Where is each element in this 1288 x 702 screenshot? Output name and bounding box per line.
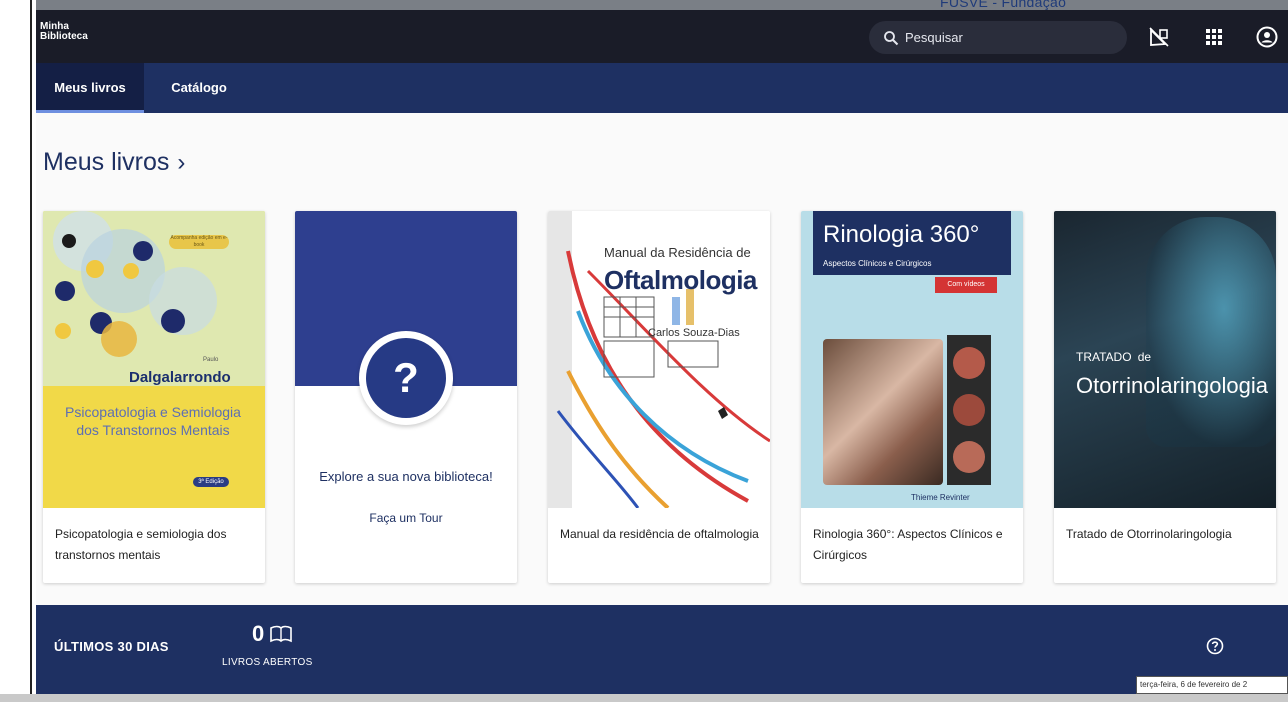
background-partial-text: FUSVE - Fundação	[940, 0, 1067, 10]
question-icon: ?	[366, 338, 446, 418]
tour-heading: Explore a sua nova biblioteca!	[319, 469, 493, 484]
cover-endoscopy-strip	[947, 335, 991, 485]
cover-anatomy-image	[823, 339, 943, 485]
cover-anatomy-image	[1146, 217, 1276, 447]
cover-line1-text: TRATADO	[1076, 350, 1132, 364]
section-title: Meus livros	[43, 148, 170, 176]
book-title: Tratado de Otorrinolaringologia	[1066, 527, 1232, 541]
tab-catalogo[interactable]: Catálogo	[156, 63, 242, 113]
book-title: Manual da residência de oftalmologia	[560, 527, 759, 541]
cover-line2: Otorrinolaringologia	[1076, 373, 1268, 398]
book-title: Rinologia 360°: Aspectos Clínicos e Cirú…	[813, 527, 1003, 562]
book-cover: Manual da Residência de Oftalmologia Car…	[548, 211, 770, 508]
search-placeholder: Pesquisar	[905, 30, 963, 45]
logo-line2: Biblioteca	[40, 31, 88, 42]
cover-title: Psicopatologia e Semiologia dos Transtor…	[65, 404, 241, 438]
cover-author-prefix: Paulo	[203, 357, 219, 363]
cover-publisher: Thieme Revinter	[911, 493, 970, 502]
search-icon	[884, 31, 899, 46]
book-card[interactable]: Manual da Residência de Oftalmologia Car…	[548, 211, 770, 583]
period-label: ÚLTIMOS 30 DIAS	[54, 639, 169, 654]
books-opened-count: 0	[252, 621, 265, 646]
search-box[interactable]: Pesquisar	[869, 21, 1127, 54]
books-opened-label: LIVROS ABERTOS	[222, 657, 313, 668]
apps-grid-icon[interactable]	[1202, 25, 1226, 49]
stats-footer: ÚLTIMOS 30 DIAS 0 LIVROS ABERTOS	[36, 605, 1288, 694]
cover-line2: Oftalmologia	[604, 265, 757, 295]
cover-video-tag: Com vídeos	[935, 277, 997, 293]
left-window-border	[30, 0, 32, 702]
cover-edition-badge: 3ª Edição	[193, 477, 229, 487]
cover-author: Carlos Souza-Dias	[648, 327, 740, 339]
section-title-link[interactable]: Meus livros ›	[43, 148, 185, 177]
cover-author: Dalgalarrondo	[129, 369, 231, 386]
cover-line1: Manual da Residência de	[604, 245, 751, 260]
chevron-right-icon: ›	[177, 148, 186, 176]
book-card[interactable]: Acompanha edição em e-book Paulo Dalgala…	[43, 211, 265, 583]
account-icon[interactable]	[1255, 25, 1279, 49]
no-signal-icon[interactable]	[1147, 25, 1171, 49]
bottom-edge	[0, 694, 1288, 702]
book-card[interactable]: TRATADO de Otorrinolaringologia Tratado …	[1054, 211, 1276, 583]
book-cover: TRATADO de Otorrinolaringologia	[1054, 211, 1276, 508]
cover-illustration	[43, 211, 265, 386]
open-book-icon	[270, 625, 292, 643]
cover-tag: Acompanha edição em e-book	[169, 235, 229, 249]
tour-card[interactable]: ? Explore a sua nova biblioteca! Faça um…	[295, 211, 517, 583]
cover-line1-small: de	[1137, 350, 1152, 364]
top-header: Minha Biblioteca Pesquisar	[36, 10, 1288, 63]
date-tooltip: terça-feira, 6 de fevereiro de 2	[1136, 676, 1288, 694]
tour-link[interactable]: Faça um Tour	[295, 511, 517, 525]
app-logo[interactable]: Minha Biblioteca	[40, 22, 88, 42]
cover-line1: TRATADO de	[1076, 341, 1151, 367]
book-title: Psicopatologia e semiologia dos transtor…	[55, 527, 227, 562]
cover-subtitle: Aspectos Clínicos e Cirúrgicos	[823, 259, 932, 268]
cover-title: Rinologia 360°	[823, 221, 980, 248]
tab-meus-livros[interactable]: Meus livros	[36, 63, 144, 113]
app-window: Minha Biblioteca Pesquisar Meus livros C…	[36, 10, 1288, 694]
book-card[interactable]: Rinologia 360° Aspectos Clínicos e Cirúr…	[801, 211, 1023, 583]
help-circle-icon[interactable]	[1206, 637, 1224, 655]
book-cover: Acompanha edição em e-book Paulo Dalgala…	[43, 211, 265, 508]
main-nav: Meus livros Catálogo	[36, 63, 1288, 113]
book-cover: Rinologia 360° Aspectos Clínicos e Cirúr…	[801, 211, 1023, 508]
